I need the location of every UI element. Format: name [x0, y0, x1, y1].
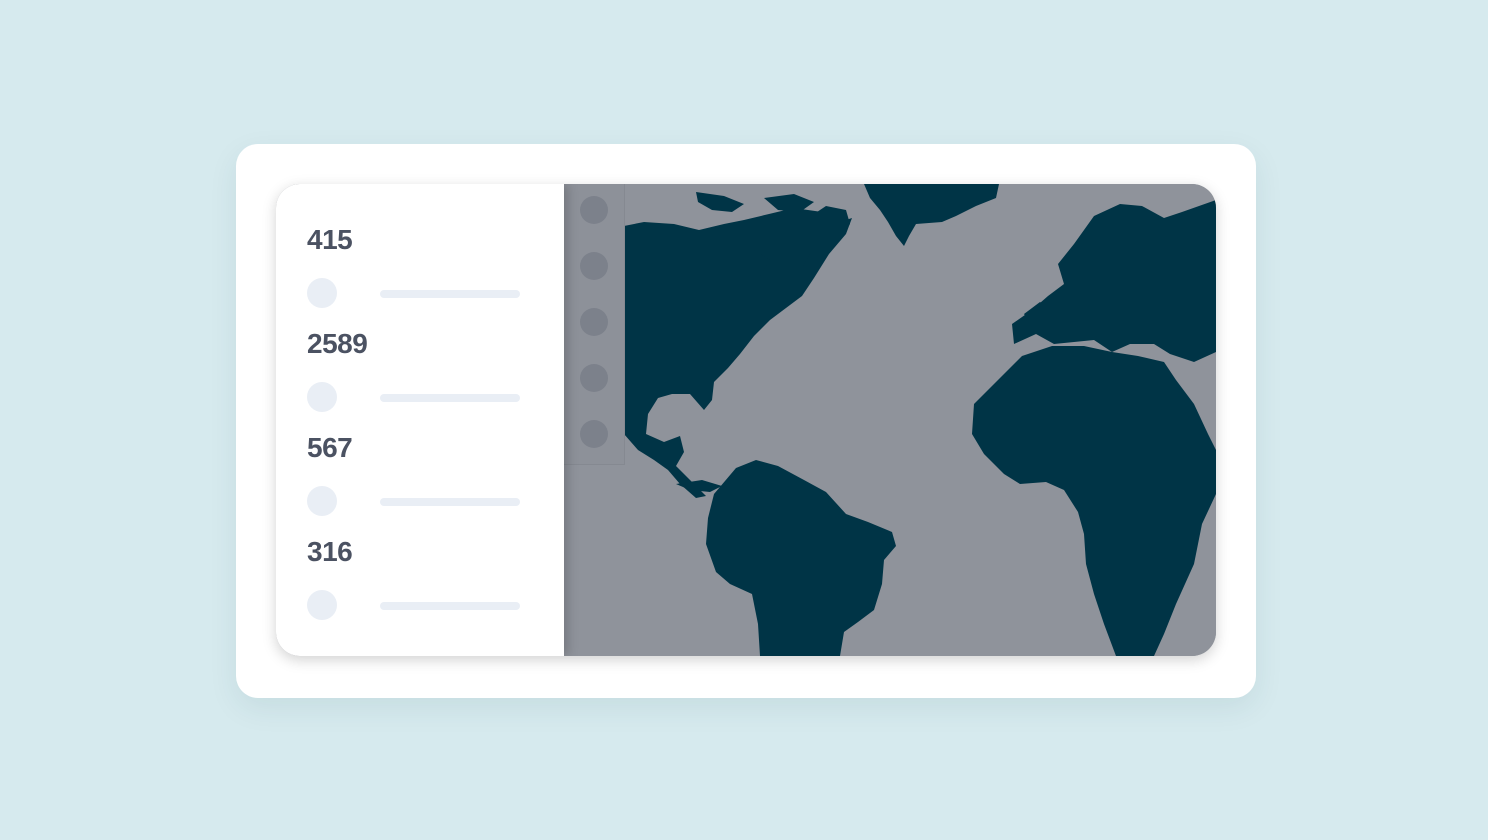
world-map-graphic: [624, 184, 1216, 656]
stat-item-4[interactable]: 316: [307, 538, 537, 628]
map-tool-button[interactable]: [580, 420, 608, 448]
map-widget: 415 2589 567 316: [276, 184, 1216, 656]
stat-avatar-placeholder: [307, 382, 337, 412]
map-tool-button[interactable]: [580, 196, 608, 224]
map-tool-button[interactable]: [580, 364, 608, 392]
stat-label-placeholder: [380, 498, 520, 506]
stat-avatar-placeholder: [307, 486, 337, 516]
stat-avatar-placeholder: [307, 278, 337, 308]
world-map[interactable]: [564, 184, 1216, 656]
stat-label-placeholder: [380, 394, 520, 402]
stat-value: 567: [307, 432, 353, 463]
landmass-south-america: [706, 460, 896, 656]
map-toolbar: [564, 184, 625, 465]
landmass-north-america: [624, 208, 852, 498]
stat-item-1[interactable]: 415: [307, 226, 537, 316]
landmass-greenland: [864, 184, 999, 246]
stat-value: 2589: [307, 328, 368, 359]
stat-value: 415: [307, 224, 353, 255]
landmass-europe: [1012, 200, 1216, 362]
stat-avatar-placeholder: [307, 590, 337, 620]
landmass-africa: [972, 346, 1216, 656]
stat-value: 316: [307, 536, 353, 567]
stat-item-3[interactable]: 567: [307, 434, 537, 524]
stat-label-placeholder: [380, 290, 520, 298]
map-tool-button[interactable]: [580, 308, 608, 336]
stat-label-placeholder: [380, 602, 520, 610]
stats-sidebar: 415 2589 567 316: [276, 184, 564, 656]
map-tool-button[interactable]: [580, 252, 608, 280]
stat-item-2[interactable]: 2589: [307, 330, 537, 420]
